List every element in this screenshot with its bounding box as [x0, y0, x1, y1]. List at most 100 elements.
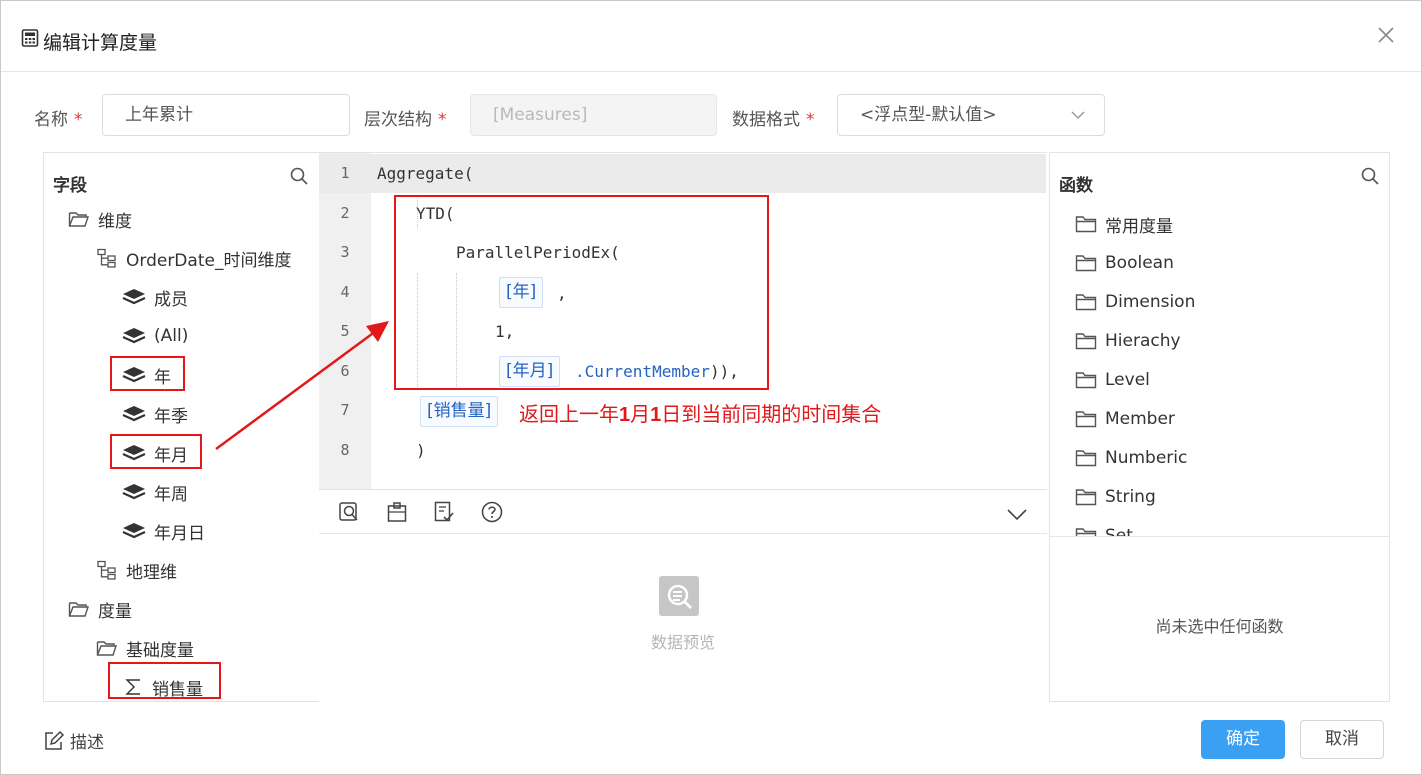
tree-item-label: 年季	[154, 406, 188, 427]
code-line: )	[416, 441, 426, 460]
format-code-icon[interactable]	[337, 500, 361, 524]
tree-item-label: 维度	[98, 211, 132, 232]
function-category-label: Member	[1105, 409, 1175, 429]
folder-icon	[1075, 489, 1097, 506]
fields-panel: 字段 维度 OrderDate_时间维度 成员 (All) 年 年季 年月 年周…	[43, 152, 319, 702]
edit-measure-dialog: 编辑计算度量 名称 * 上年累计 层次结构 * [Measures] 数据格式 * <…	[0, 0, 1422, 775]
code-line: YTD(	[416, 204, 455, 223]
function-category[interactable]: Boolean	[1075, 248, 1174, 278]
tree-item-sales-qty[interactable]: 销售量	[124, 672, 203, 701]
line-number: 5	[340, 322, 350, 340]
hierarchy-icon	[97, 560, 116, 580]
search-icon[interactable]	[1360, 166, 1380, 186]
tree-item-all[interactable]: (All)	[122, 321, 188, 351]
dialog-title-bar: 编辑计算度量	[1, 1, 1421, 72]
function-category[interactable]: String	[1075, 482, 1156, 512]
tree-item-label: 销售量	[152, 679, 203, 700]
annotation-note: 返回上一年1月1日到当前同期的时间集合	[519, 404, 882, 426]
folder-icon	[1075, 333, 1097, 350]
hierarchy-label: 层次结构 *	[364, 110, 447, 130]
function-category[interactable]: Numberic	[1075, 443, 1187, 473]
fields-header: 字段	[53, 176, 87, 196]
function-category[interactable]: 常用度量	[1075, 209, 1173, 239]
function-category[interactable]: Level	[1075, 365, 1150, 395]
field-token[interactable]: [年]	[499, 277, 544, 308]
describe-label: 描述	[70, 733, 104, 753]
tree-item-label: OrderDate_时间维度	[126, 250, 292, 271]
tree-item-year-quarter[interactable]: 年季	[122, 399, 188, 429]
line-number: 1	[340, 164, 350, 182]
format-select-value: <浮点型-默认值>	[860, 105, 997, 125]
dialog-title: 编辑计算度量	[43, 32, 158, 54]
functions-list[interactable]: 函数 常用度量 Boolean Dimension Hierachy Level…	[1050, 153, 1389, 537]
function-category-label: Boolean	[1105, 253, 1174, 273]
preview-label: 数据预览	[650, 633, 715, 652]
folder-icon	[1075, 372, 1097, 389]
name-label: 名称 *	[34, 110, 83, 130]
line-number: 7	[340, 401, 350, 419]
tree-item-label: 年	[154, 367, 171, 388]
sigma-icon	[125, 679, 140, 695]
describe-button[interactable]: 描述	[43, 728, 104, 753]
tree-item-member[interactable]: 成员	[122, 282, 188, 312]
tree-item-year[interactable]: 年	[122, 360, 171, 390]
function-category[interactable]: Hierachy	[1075, 326, 1181, 356]
hierarchy-icon	[97, 248, 116, 268]
tree-item-year-month-day[interactable]: 年月日	[122, 516, 205, 546]
function-category-label: Hierachy	[1105, 331, 1181, 351]
clipboard-icon[interactable]	[385, 500, 409, 524]
tree-item-label: 度量	[98, 601, 132, 622]
tree-item-dimensions[interactable]: 维度	[68, 204, 132, 234]
code-line: ,	[557, 284, 567, 303]
chevron-down-icon[interactable]	[1005, 502, 1029, 526]
validate-icon[interactable]	[432, 500, 456, 524]
layers-icon	[122, 289, 146, 305]
folder-icon	[1075, 294, 1097, 311]
code-line: Aggregate(	[377, 164, 474, 183]
folder-icon	[1075, 528, 1097, 536]
preview-icon	[659, 576, 699, 616]
line-number: 6	[340, 362, 350, 380]
function-category-label: Set	[1105, 526, 1133, 537]
help-icon[interactable]	[480, 500, 504, 524]
tree-item-label: (All)	[154, 326, 189, 346]
function-category[interactable]: Dimension	[1075, 287, 1195, 317]
tree-item-label: 年月	[154, 445, 188, 466]
code-line: 1,	[495, 322, 515, 341]
name-input[interactable]: 上年累计	[102, 94, 350, 136]
tree-item-measures[interactable]: 度量	[68, 594, 132, 624]
functions-panel: 函数 常用度量 Boolean Dimension Hierachy Level…	[1049, 152, 1390, 702]
folder-icon	[1075, 216, 1097, 233]
line-number: 8	[340, 441, 350, 459]
function-category-label: Level	[1105, 370, 1150, 390]
edit-icon	[45, 730, 65, 750]
code-line: )),	[710, 362, 739, 381]
tree-item-orderdate[interactable]: OrderDate_时间维度	[96, 243, 291, 273]
close-icon[interactable]	[1375, 24, 1397, 46]
layers-icon	[122, 367, 146, 383]
tree-item-base-measures[interactable]: 基础度量	[96, 633, 194, 663]
code-member: .CurrentMember	[575, 362, 710, 381]
confirm-button[interactable]: 确定	[1201, 720, 1285, 759]
layers-icon	[122, 406, 146, 422]
function-category[interactable]: Set	[1075, 521, 1133, 537]
function-category-label: Dimension	[1105, 292, 1196, 312]
data-preview-area: 数据预览	[319, 534, 1047, 702]
tree-item-year-month[interactable]: 年月	[122, 438, 188, 468]
tree-item-label: 年周	[154, 484, 188, 505]
search-icon[interactable]	[289, 166, 309, 186]
editor-toolbar	[319, 490, 1047, 534]
line-number: 2	[340, 204, 350, 222]
cancel-button[interactable]: 取消	[1300, 720, 1384, 759]
tree-item-label: 成员	[154, 289, 188, 310]
tree-item-geography[interactable]: 地理维	[96, 555, 177, 585]
formula-editor[interactable]: 1 2 3 4 5 6 7 8 Aggregate( YTD( Parallel…	[319, 152, 1047, 490]
layers-icon	[122, 328, 146, 344]
field-token[interactable]: [年月]	[499, 356, 561, 387]
format-select[interactable]: <浮点型-默认值>	[837, 94, 1105, 136]
function-category[interactable]: Member	[1075, 404, 1175, 434]
function-category-label: Numberic	[1105, 448, 1188, 468]
tree-item-label: 地理维	[126, 562, 177, 583]
tree-item-year-week[interactable]: 年周	[122, 477, 188, 507]
field-token[interactable]: [销售量]	[420, 396, 499, 427]
